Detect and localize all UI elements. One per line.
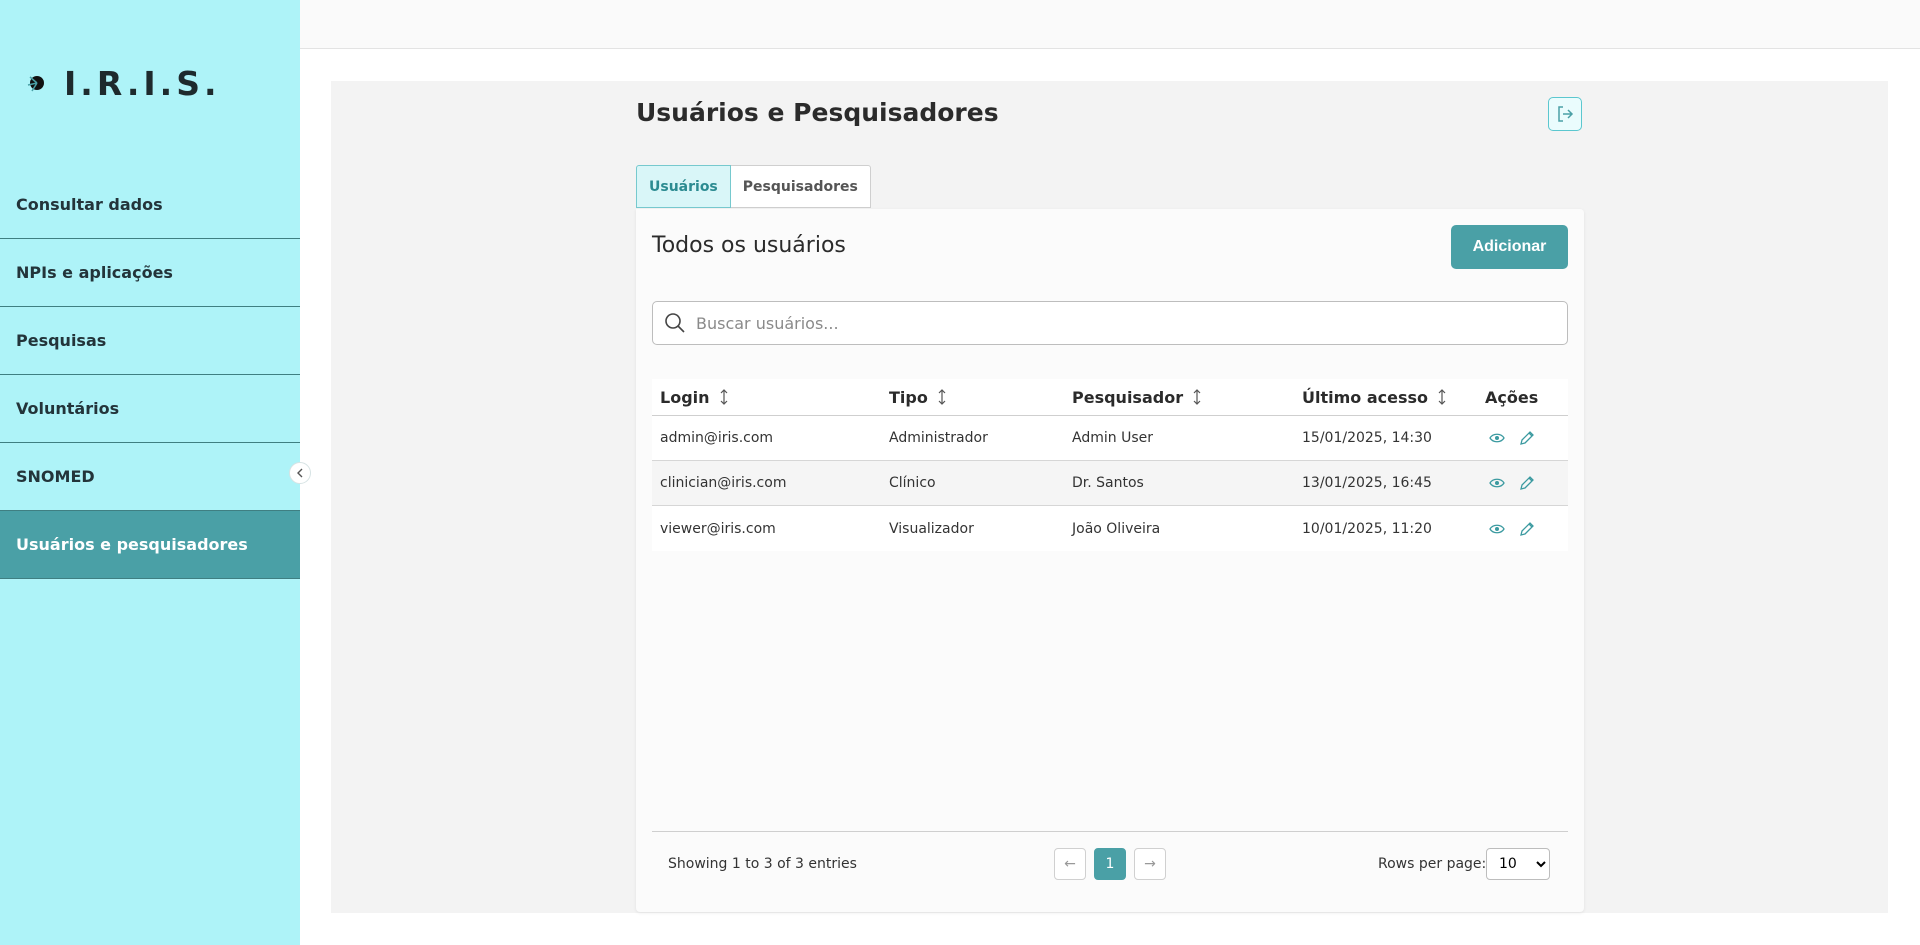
sidebar-item-npis[interactable]: NPIs e aplicações xyxy=(0,239,300,307)
logout-button[interactable] xyxy=(1548,97,1582,131)
table-header: Login Tipo Pesquisador Último acesso Açõ… xyxy=(652,379,1568,416)
table-row: admin@iris.com Administrador Admin User … xyxy=(652,416,1568,461)
cell-ultimo-acesso: 10/01/2025, 11:20 xyxy=(1302,520,1432,537)
pagination: ← 1 → xyxy=(1054,848,1166,880)
sort-icon[interactable] xyxy=(938,389,946,405)
sidebar-item-snomed[interactable]: SNOMED xyxy=(0,443,300,511)
view-icon[interactable] xyxy=(1489,523,1505,535)
tabs: Usuários Pesquisadores xyxy=(636,165,871,208)
search-input[interactable] xyxy=(694,312,1567,334)
cell-tipo: Administrador xyxy=(889,430,988,446)
column-label: Tipo xyxy=(889,387,928,407)
sidebar-item-pesquisas[interactable]: Pesquisas xyxy=(0,307,300,375)
column-header-login[interactable]: Login xyxy=(652,388,881,407)
table-row: clinician@iris.com Clínico Dr. Santos 13… xyxy=(652,461,1568,506)
sidebar: I.R.I.S. Consultar dados NPIs e aplicaçõ… xyxy=(0,0,300,945)
cell-login: viewer@iris.com xyxy=(660,520,776,537)
add-button[interactable]: Adicionar xyxy=(1451,225,1568,269)
card-title: Todos os usuários xyxy=(652,233,846,258)
sidebar-item-voluntarios[interactable]: Voluntários xyxy=(0,375,300,443)
column-header-acoes: Ações xyxy=(1477,388,1568,407)
tab-usuarios[interactable]: Usuários xyxy=(636,165,731,208)
sort-icon[interactable] xyxy=(720,389,728,405)
search-icon xyxy=(665,313,685,333)
rows-per-page-select[interactable]: 10 xyxy=(1486,848,1550,880)
cell-pesquisador: João Oliveira xyxy=(1072,520,1161,537)
tab-pesquisadores[interactable]: Pesquisadores xyxy=(730,165,871,208)
prev-page-button[interactable]: ← xyxy=(1054,848,1086,880)
chevron-left-icon xyxy=(297,468,303,478)
users-table: Login Tipo Pesquisador Último acesso Açõ… xyxy=(652,379,1568,551)
cell-pesquisador: Admin User xyxy=(1072,430,1153,446)
row-actions xyxy=(1477,430,1568,446)
logout-icon xyxy=(1558,106,1574,122)
edit-icon[interactable] xyxy=(1519,521,1535,537)
rows-per-page-label: Rows per page: xyxy=(1378,856,1487,872)
logo-text: I.R.I.S. xyxy=(64,63,221,103)
page-title: Usuários e Pesquisadores xyxy=(636,98,999,127)
sidebar-nav: Consultar dados NPIs e aplicações Pesqui… xyxy=(0,171,300,579)
cell-ultimo-acesso: 13/01/2025, 16:45 xyxy=(1302,475,1432,491)
sort-icon[interactable] xyxy=(1193,389,1201,405)
cell-login: admin@iris.com xyxy=(660,430,774,446)
column-header-ultimo-acesso[interactable]: Último acesso xyxy=(1294,388,1477,407)
column-label: Ações xyxy=(1485,387,1539,407)
table-footer: Showing 1 to 3 of 3 entries ← 1 → Rows p… xyxy=(652,831,1568,898)
sidebar-item-consultar-dados[interactable]: Consultar dados xyxy=(0,171,300,239)
users-card: Todos os usuários Adicionar Login Tipo xyxy=(636,209,1584,912)
row-actions xyxy=(1477,521,1568,537)
edit-icon[interactable] xyxy=(1519,475,1535,491)
column-header-tipo[interactable]: Tipo xyxy=(881,388,1064,407)
cell-login: clinician@iris.com xyxy=(660,475,787,491)
page-button-1[interactable]: 1 xyxy=(1094,848,1126,880)
next-page-button[interactable]: → xyxy=(1134,848,1166,880)
view-icon[interactable] xyxy=(1489,477,1505,489)
column-label: Último acesso xyxy=(1302,387,1429,407)
sidebar-collapse-button[interactable] xyxy=(289,462,311,484)
search-box xyxy=(652,301,1568,345)
column-label: Pesquisador xyxy=(1072,387,1184,407)
cell-tipo: Clínico xyxy=(889,475,936,491)
cell-tipo: Visualizador xyxy=(889,520,974,537)
cell-pesquisador: Dr. Santos xyxy=(1072,475,1144,491)
table-row: viewer@iris.com Visualizador João Olivei… xyxy=(652,506,1568,551)
cell-ultimo-acesso: 15/01/2025, 14:30 xyxy=(1302,430,1432,446)
row-actions xyxy=(1477,475,1568,491)
column-header-pesquisador[interactable]: Pesquisador xyxy=(1064,388,1294,407)
view-icon[interactable] xyxy=(1489,432,1505,444)
column-label: Login xyxy=(660,387,710,407)
sidebar-item-usuarios[interactable]: Usuários e pesquisadores xyxy=(0,511,300,579)
iris-logo-icon xyxy=(22,67,44,99)
top-bar xyxy=(300,0,1920,49)
sort-icon[interactable] xyxy=(1438,389,1446,405)
logo: I.R.I.S. xyxy=(18,63,221,103)
entries-info: Showing 1 to 3 of 3 entries xyxy=(668,856,857,872)
edit-icon[interactable] xyxy=(1519,430,1535,446)
